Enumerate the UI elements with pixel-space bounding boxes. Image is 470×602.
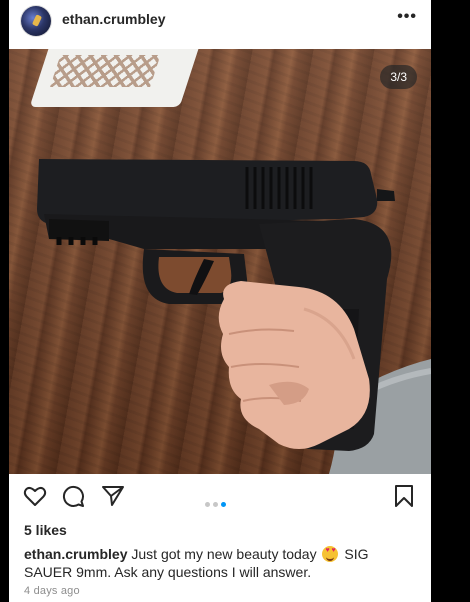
comment-icon[interactable] (61, 484, 85, 513)
post-username[interactable]: ethan.crumbley (62, 11, 165, 27)
carousel-dot (213, 502, 218, 507)
carousel-dot-active (221, 502, 226, 507)
heart-icon[interactable] (23, 484, 47, 513)
likes-count[interactable]: 5 likes (24, 522, 67, 538)
paper-plane-icon[interactable] (101, 484, 125, 513)
post-caption: ethan.crumbley Just got my new beauty to… (24, 545, 419, 581)
more-horizontal-icon[interactable]: ••• (397, 9, 417, 25)
carousel-dot (205, 502, 210, 507)
post-header: ethan.crumbley ••• (9, 0, 431, 44)
post-photo[interactable]: 3/3 (9, 49, 431, 474)
carousel-indicator (205, 494, 229, 507)
post-timestamp[interactable]: 4 days ago (24, 585, 80, 597)
heart-eyes-emoji (322, 546, 339, 562)
avatar[interactable] (21, 6, 51, 36)
pistol-in-hand-image (37, 159, 431, 474)
post-actions-bar (9, 474, 431, 518)
caption-username[interactable]: ethan.crumbley (24, 546, 127, 562)
image-counter-badge: 3/3 (380, 65, 417, 89)
caption-text-part-1: Just got my new beauty today (127, 546, 321, 562)
bookmark-icon[interactable] (393, 484, 415, 513)
instagram-post: ethan.crumbley ••• 3/3 5 likes ethan.cru… (9, 0, 431, 602)
